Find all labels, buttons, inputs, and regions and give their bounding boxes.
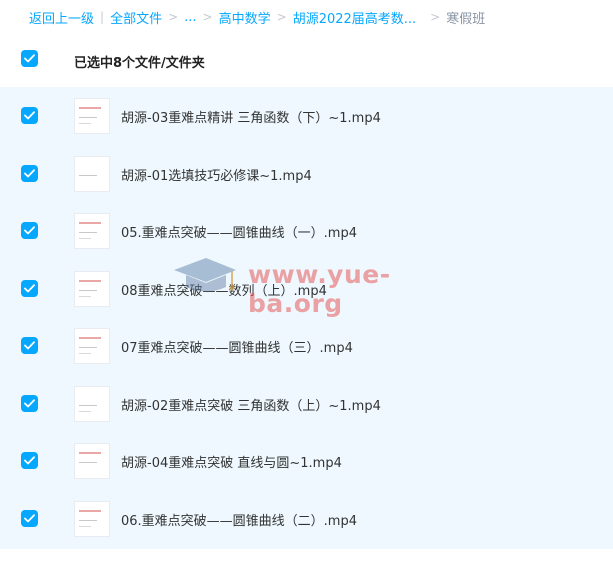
check-icon	[24, 399, 35, 408]
check-icon	[24, 341, 35, 350]
file-checkbox[interactable]	[21, 280, 38, 297]
video-thumbnail	[74, 98, 110, 134]
file-name[interactable]: 05.重难点突破——圆锥曲线（一）.mp4	[121, 222, 357, 241]
file-row[interactable]: 06.重难点突破——圆锥曲线（二）.mp4	[0, 490, 613, 547]
file-row[interactable]: 05.重难点突破——圆锥曲线（一）.mp4	[0, 202, 613, 259]
video-thumbnail	[74, 328, 110, 364]
video-thumbnail	[74, 501, 110, 537]
breadcrumb-separator: >	[168, 10, 179, 24]
file-name[interactable]: 胡源-01选填技巧必修课~1.mp4	[121, 165, 312, 184]
check-icon	[24, 169, 35, 178]
selection-header: 已选中8个文件/文件夹	[0, 38, 613, 84]
breadcrumb-separator: >	[430, 10, 441, 24]
breadcrumb-separator: >	[202, 10, 213, 24]
video-thumbnail	[74, 443, 110, 479]
file-name[interactable]: 胡源-03重难点精讲 三角函数（下）~1.mp4	[121, 107, 381, 126]
breadcrumb-level2[interactable]: 胡源2022届高考数...	[293, 8, 416, 27]
file-name[interactable]: 胡源-04重难点突破 直线与圆~1.mp4	[121, 452, 342, 471]
file-checkbox[interactable]	[21, 222, 38, 239]
file-list: 胡源-03重难点精讲 三角函数（下）~1.mp4 胡源-01选填技巧必修课~1.…	[0, 87, 613, 549]
file-checkbox[interactable]	[21, 165, 38, 182]
back-link[interactable]: 返回上一级	[29, 8, 94, 27]
file-checkbox[interactable]	[21, 452, 38, 469]
file-name[interactable]: 胡源-02重难点突破 三角函数（上）~1.mp4	[121, 395, 381, 414]
file-row[interactable]: 胡源-03重难点精讲 三角函数（下）~1.mp4	[0, 87, 613, 144]
check-icon	[24, 111, 35, 120]
file-checkbox[interactable]	[21, 107, 38, 124]
file-row[interactable]: 胡源-02重难点突破 三角函数（上）~1.mp4	[0, 375, 613, 432]
breadcrumb-separator: >	[276, 10, 287, 24]
breadcrumb-divider: |	[100, 10, 105, 24]
video-thumbnail	[74, 271, 110, 307]
file-row[interactable]: 07重难点突破——圆锥曲线（三）.mp4	[0, 317, 613, 374]
file-row[interactable]: 胡源-04重难点突破 直线与圆~1.mp4	[0, 432, 613, 489]
breadcrumb-ellipsis[interactable]: ...	[184, 10, 196, 25]
video-thumbnail	[74, 213, 110, 249]
file-name[interactable]: 06.重难点突破——圆锥曲线（二）.mp4	[121, 510, 357, 529]
file-checkbox[interactable]	[21, 337, 38, 354]
file-row[interactable]: 胡源-01选填技巧必修课~1.mp4	[0, 145, 613, 202]
selected-count-label: 已选中8个文件/文件夹	[74, 55, 205, 71]
check-icon	[24, 514, 35, 523]
check-icon	[24, 226, 35, 235]
file-name[interactable]: 07重难点突破——圆锥曲线（三）.mp4	[121, 337, 353, 356]
check-icon	[24, 54, 35, 63]
file-checkbox[interactable]	[21, 510, 38, 527]
file-checkbox[interactable]	[21, 395, 38, 412]
breadcrumb: 返回上一级 | 全部文件 > ... > 高中数学 > 胡源2022届高考数..…	[0, 0, 613, 34]
breadcrumb-level1[interactable]: 高中数学	[219, 8, 271, 27]
breadcrumb-all-files[interactable]: 全部文件	[110, 8, 162, 27]
file-row[interactable]: 08重难点突破——数列（上）.mp4	[0, 260, 613, 317]
video-thumbnail	[74, 386, 110, 422]
check-icon	[24, 284, 35, 293]
select-all-checkbox[interactable]	[21, 50, 38, 67]
check-icon	[24, 456, 35, 465]
video-thumbnail	[74, 156, 110, 192]
breadcrumb-current: 寒假班	[446, 11, 486, 27]
file-name[interactable]: 08重难点突破——数列（上）.mp4	[121, 280, 327, 299]
